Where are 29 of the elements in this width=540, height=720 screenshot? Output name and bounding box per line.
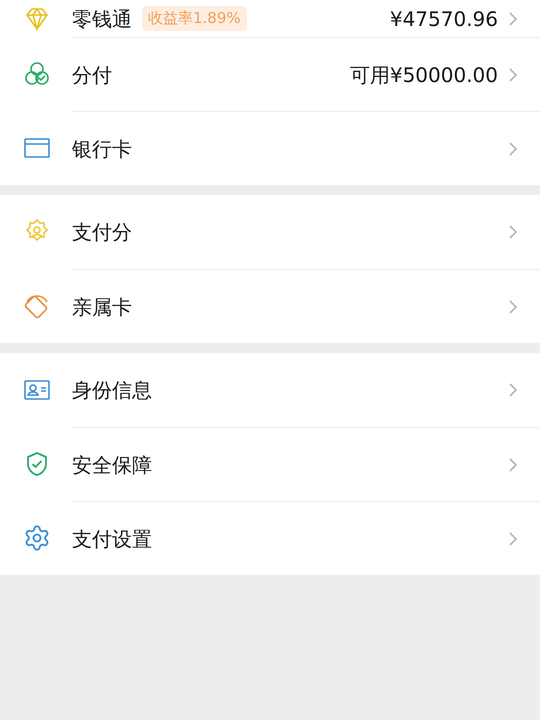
- menu-item[interactable]: 零钱通 收益率1.89% ¥47570.96: [0, 0, 540, 37]
- item-label: 亲属卡: [72, 294, 132, 320]
- item-value: ¥47570.96: [390, 6, 498, 32]
- menu-item[interactable]: 分付 可用¥50000.00: [0, 37, 540, 111]
- chevron-icon: [508, 10, 518, 26]
- chevron-icon: [508, 530, 518, 546]
- menu-item[interactable]: 银行卡: [0, 111, 540, 185]
- item-label: 支付设置: [72, 526, 152, 552]
- menu-item[interactable]: 支付分: [0, 195, 540, 269]
- menu-item[interactable]: 安全保障: [0, 427, 540, 501]
- item-label: 安全保障: [72, 452, 152, 478]
- circles-icon: [23, 60, 51, 88]
- yield-tag: 收益率1.89%: [142, 6, 247, 31]
- item-label: 银行卡: [72, 136, 132, 162]
- item-label: 身份信息: [72, 377, 152, 404]
- menu-item[interactable]: 身份信息: [0, 353, 540, 427]
- chevron-icon: [508, 298, 518, 314]
- item-label: 零钱通: [72, 6, 132, 32]
- chevron-icon: [508, 224, 518, 240]
- chevron-icon: [508, 456, 518, 472]
- chevron-icon: [508, 66, 518, 82]
- settings-icon: [23, 524, 51, 552]
- item-label: 支付分: [72, 219, 132, 246]
- item-label: 分付: [72, 62, 112, 88]
- item-value: 可用¥50000.00: [350, 62, 498, 88]
- menu-item[interactable]: 亲属卡: [0, 269, 540, 343]
- chevron-icon: [508, 140, 518, 156]
- chevron-icon: [508, 382, 518, 398]
- menu-item[interactable]: 支付设置: [0, 501, 540, 575]
